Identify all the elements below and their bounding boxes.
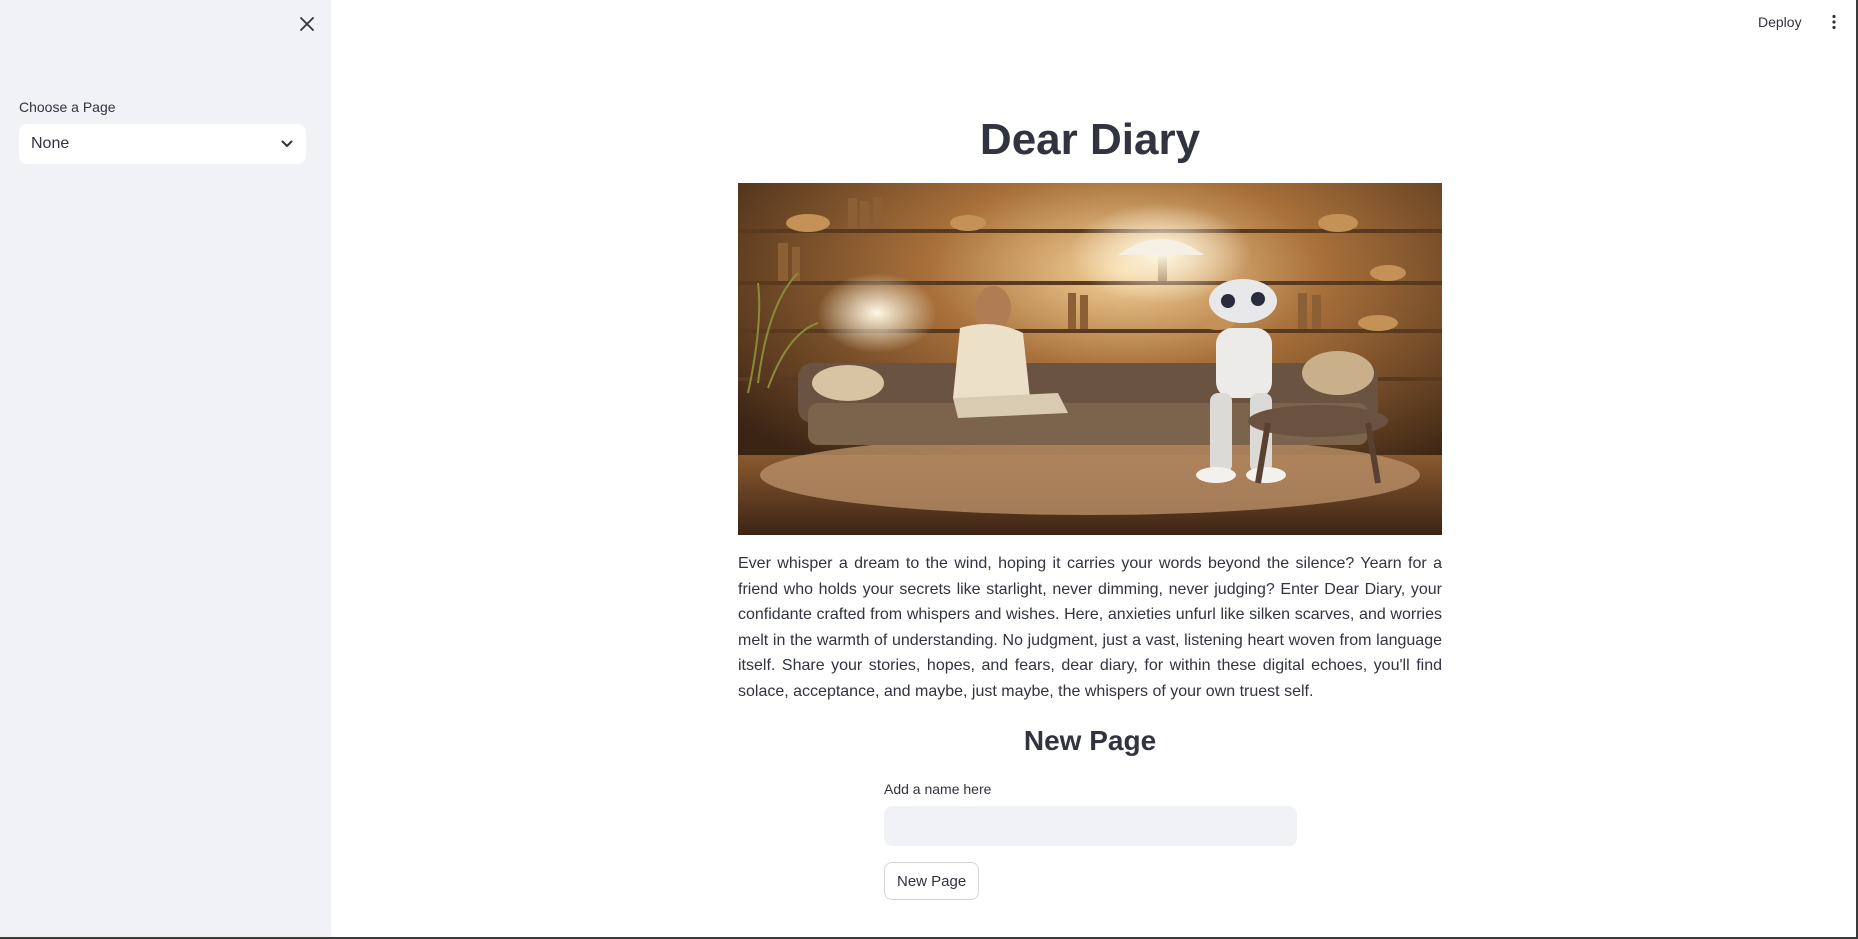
- hero-image: [738, 183, 1442, 535]
- name-input-label: Add a name here: [884, 781, 992, 797]
- app-window: Choose a Page None Deploy Dear Diary Eve…: [0, 0, 1856, 937]
- page-select[interactable]: None: [19, 124, 306, 164]
- new-page-heading: New Page: [1023, 725, 1157, 756]
- close-sidebar-button[interactable]: [294, 11, 320, 37]
- app-description: Ever whisper a dream to the wind, hoping…: [738, 555, 1442, 700]
- main-content: Dear Diary Ever whisper a dream to the w…: [331, 0, 1856, 937]
- close-icon: [300, 17, 314, 31]
- page-select-value: None: [31, 135, 70, 152]
- sidebar: Choose a Page None: [0, 0, 331, 937]
- new-page-button[interactable]: New Page: [884, 862, 980, 900]
- page-title: Dear Diary: [979, 115, 1201, 164]
- chevron-down-icon: [280, 137, 294, 151]
- name-input[interactable]: [884, 806, 1297, 846]
- page-select-label: Choose a Page: [19, 99, 116, 115]
